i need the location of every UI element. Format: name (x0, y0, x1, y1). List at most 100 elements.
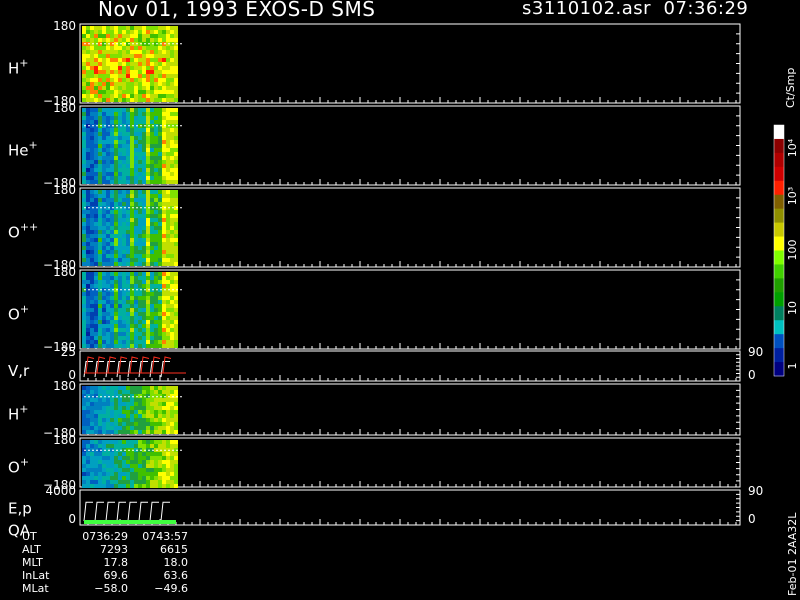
panel-4-cell (138, 320, 142, 324)
panel-1-cell (134, 50, 138, 54)
panel-1-cell (106, 50, 110, 54)
panel-2-cell (98, 128, 102, 132)
panel-6-cell (150, 430, 154, 434)
panel-2-cell (134, 152, 138, 156)
panel-4-cell (154, 324, 158, 328)
panel-7-cell (142, 460, 146, 464)
panel-7-cell (90, 444, 94, 448)
panel-1-cell (106, 54, 110, 58)
panel-6-cell (166, 406, 170, 410)
panel-3-cell (98, 234, 102, 238)
panel-3-cell (86, 218, 90, 222)
colorbar-segment (774, 306, 784, 321)
panel-7-cell (154, 464, 158, 468)
panel-1-cell (102, 30, 106, 34)
panel-2-cell (142, 132, 146, 136)
panel-7-cell (150, 464, 154, 468)
panel-4-cell (134, 344, 138, 348)
panel-1-cell (158, 74, 162, 78)
panel-7-cell (174, 452, 178, 456)
panel-3-cell (82, 246, 86, 250)
panel-7-cell (138, 480, 142, 484)
panel-4-cell (102, 304, 106, 308)
panel-7-cell (86, 480, 90, 484)
panel-4-cell (162, 316, 166, 320)
panel-2-cell (98, 120, 102, 124)
panel-3-cell (94, 218, 98, 222)
panel-3-cell (166, 262, 170, 266)
panel-3-cell (102, 238, 106, 242)
panel-7-cell (118, 484, 122, 488)
panel-4-cell (122, 300, 126, 304)
panel-3-cell (106, 250, 110, 254)
panel-1-cell (142, 50, 146, 54)
panel-3-cell (130, 202, 134, 206)
panel-3-cell (86, 210, 90, 214)
panel-3-cell (174, 254, 178, 258)
panel-3-cell (98, 222, 102, 226)
panel-6-cell (110, 430, 114, 434)
panel-3-cell (94, 190, 98, 194)
panel-4-cell (146, 324, 150, 328)
panel-7-cell (170, 456, 174, 460)
panel-2-cell (158, 116, 162, 120)
panel-4-cell (158, 300, 162, 304)
panel-1-cell (110, 54, 114, 58)
panel-7-cell (106, 476, 110, 480)
panel-6-cell (86, 394, 90, 398)
panel-2-cell (118, 168, 122, 172)
panel-4-cell (174, 304, 178, 308)
panel-6-cell (94, 430, 98, 434)
panel-2-cell (162, 156, 166, 160)
panel-2-cell (134, 112, 138, 116)
panel-6-cell (90, 390, 94, 394)
panel-4-cell (154, 332, 158, 336)
panel-3-cell (94, 194, 98, 198)
panel-3-cell (130, 262, 134, 266)
panel-2-cell (122, 148, 126, 152)
panel-2-cell (174, 172, 178, 176)
panel-4-cell (110, 292, 114, 296)
panel-3-cell (138, 218, 142, 222)
panel-2-cell (90, 152, 94, 156)
panel-2-cell (166, 108, 170, 112)
panel-6-cell (162, 422, 166, 426)
panel-4-cell (110, 344, 114, 348)
panel-2-cell (130, 172, 134, 176)
panel-3-cell (154, 242, 158, 246)
panel-2-cell (158, 144, 162, 148)
panel-4-cell (114, 304, 118, 308)
panel-2-cell (122, 128, 126, 132)
panel-3-cell (126, 238, 130, 242)
panel-2-cell (154, 128, 158, 132)
panel-6-cell (134, 430, 138, 434)
panel-2-cell (94, 152, 98, 156)
panel-2-cell (150, 168, 154, 172)
panel-1-cell (102, 94, 106, 98)
colorbar-tick: 100 (786, 240, 799, 261)
panel-4-cell (150, 316, 154, 320)
panel-3-cell (170, 210, 174, 214)
panel-3-cell (170, 254, 174, 258)
panel-3-cell (134, 190, 138, 194)
panel-7-cell (98, 440, 102, 444)
panel-3-cell (114, 250, 118, 254)
panel-7-cell (98, 464, 102, 468)
panel-6-cell (154, 390, 158, 394)
panel-6-cell (150, 406, 154, 410)
panel-3-cell (142, 198, 146, 202)
panel-2-cell (170, 120, 174, 124)
panel-2-cell (166, 128, 170, 132)
panel-1-cell (150, 50, 154, 54)
panel-3-cell (106, 214, 110, 218)
panel-4-cell (82, 284, 86, 288)
panel-7-cell (130, 464, 134, 468)
panel-1-cell (162, 50, 166, 54)
panel-1-cell (174, 54, 178, 58)
panel-4-cell (154, 280, 158, 284)
panel-1-cell (90, 90, 94, 94)
panel-7-cell (98, 456, 102, 460)
panel-2-cell (90, 112, 94, 116)
panel-2-cell (130, 164, 134, 168)
panel-6-cell (106, 386, 110, 390)
